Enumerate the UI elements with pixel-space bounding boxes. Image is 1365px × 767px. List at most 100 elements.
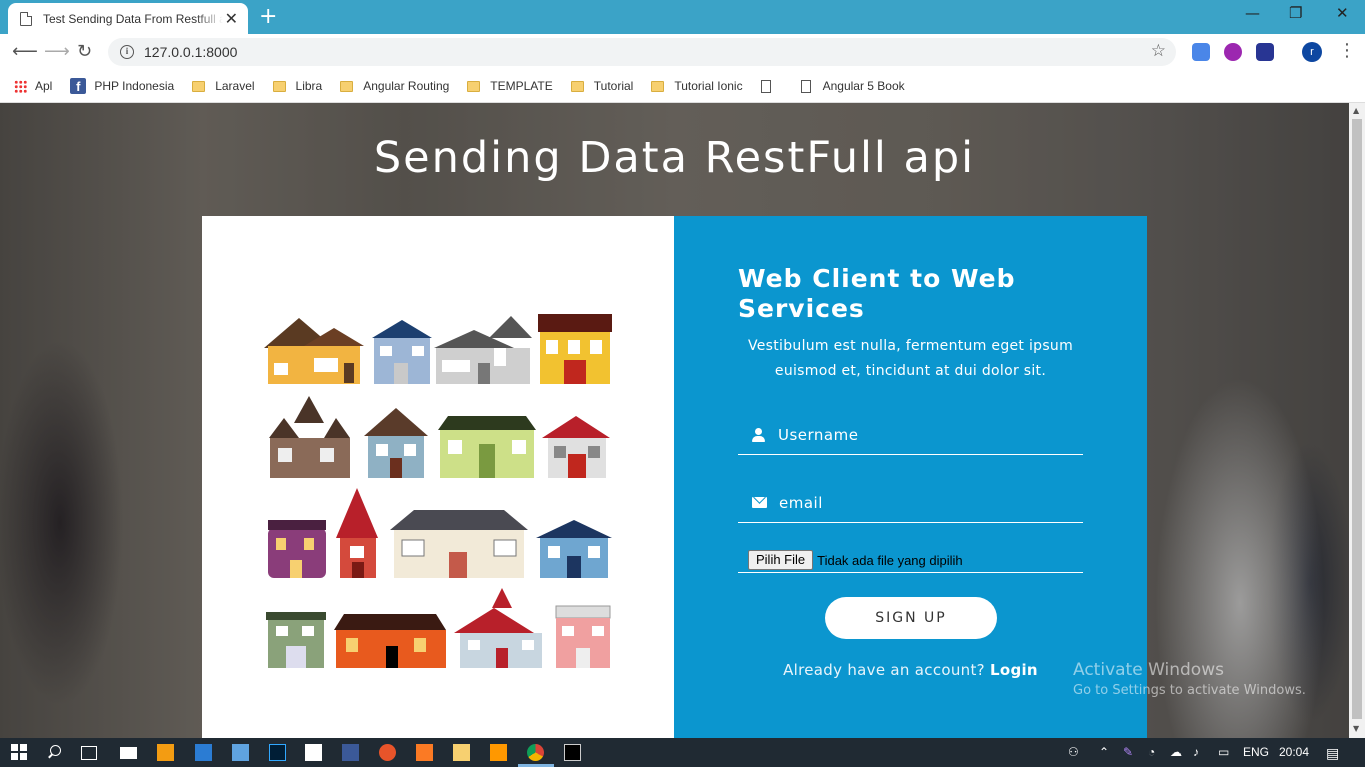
envelope-icon — [752, 497, 767, 508]
sign-up-button[interactable]: SIGN UP — [825, 597, 997, 639]
folder-icon — [467, 80, 481, 92]
user-icon — [752, 427, 766, 442]
username-field[interactable]: Username — [738, 415, 1083, 455]
email-placeholder[interactable]: email — [779, 494, 823, 512]
translate-extension-icon[interactable] — [1192, 43, 1210, 61]
restore-button[interactable]: ❐ — [1289, 4, 1302, 22]
chevron-up-icon[interactable]: ⌃ — [1099, 745, 1109, 759]
chrome-icon[interactable] — [527, 744, 544, 761]
browser-tab[interactable]: Test Sending Data From Restfull api ✕ — [8, 3, 248, 34]
bookmark-libra[interactable]: Libra — [272, 79, 322, 93]
clock[interactable]: 20:04 — [1279, 745, 1309, 759]
url-text[interactable]: 127.0.0.1:8000 — [144, 44, 237, 60]
volume-icon[interactable]: ♪ — [1193, 745, 1199, 759]
form-title: Web Client to Web Services — [738, 264, 1016, 323]
folder-icon — [340, 80, 354, 92]
profile-avatar[interactable]: r — [1302, 42, 1322, 62]
watermark-line-2: Go to Settings to activate Windows. — [1073, 683, 1306, 698]
facebook-icon: f — [70, 78, 87, 94]
file-status: Tidak ada file yang dipilih — [817, 553, 963, 568]
house-illustration — [264, 318, 364, 384]
explorer-app-icon[interactable] — [195, 744, 212, 761]
sublime-text-icon[interactable] — [490, 744, 507, 761]
store-icon[interactable] — [305, 744, 322, 761]
houses-illustration — [264, 314, 612, 668]
bookmark-angular-routing[interactable]: Angular Routing — [340, 79, 449, 93]
forward-arrow-icon[interactable]: ⟶ — [44, 41, 70, 62]
username-placeholder[interactable]: Username — [778, 426, 858, 444]
reload-icon[interactable]: ↻ — [77, 41, 92, 62]
back-arrow-icon[interactable]: ⟵ — [12, 41, 38, 62]
cast-extension-icon[interactable] — [1256, 43, 1274, 61]
house-illustration — [336, 488, 378, 578]
battery-icon[interactable]: ▭ — [1218, 745, 1229, 759]
scroll-up-arrow-icon[interactable]: ▲ — [1353, 106, 1359, 115]
app-icon[interactable] — [379, 744, 396, 761]
page-icon — [800, 79, 811, 93]
menu-kebab-icon[interactable]: ⋮ — [1338, 40, 1356, 61]
notifications-icon[interactable]: ▤ — [1326, 745, 1339, 762]
windows-start-icon[interactable] — [11, 744, 28, 761]
extension-icon[interactable] — [1224, 43, 1242, 61]
scrollbar-thumb[interactable] — [1352, 119, 1362, 719]
task-view-icon[interactable] — [81, 746, 97, 760]
house-illustration — [434, 316, 532, 384]
apps-icon — [14, 79, 27, 93]
close-window-button[interactable]: ✕ — [1336, 4, 1349, 22]
file-input[interactable]: Pilih File Tidak ada file yang dipilih — [738, 550, 1083, 573]
windows-taskbar: ⚇ ⌃ ✎ ◔ ☁ ♪ ▭ ENG 20:04 ▤ — [0, 738, 1365, 767]
house-illustration — [542, 416, 610, 478]
bookmark-tutorial-ionic[interactable]: Tutorial Ionic — [651, 79, 743, 93]
virtualbox-icon[interactable] — [232, 744, 249, 761]
bookmark-untitled-page[interactable] — [760, 79, 783, 93]
bookmark-apl[interactable]: Apl — [14, 79, 52, 93]
app-icon[interactable] — [342, 744, 359, 761]
bookmark-tutorial[interactable]: Tutorial — [570, 79, 633, 93]
folder-icon — [651, 80, 665, 92]
wifi-icon[interactable]: ◔ — [1148, 745, 1155, 759]
file-explorer-icon[interactable] — [453, 744, 470, 761]
people-icon[interactable]: ⚇ — [1068, 745, 1079, 759]
scroll-down-arrow-icon[interactable]: ▼ — [1353, 724, 1359, 733]
choose-file-button[interactable]: Pilih File — [748, 550, 814, 570]
bookmark-star-icon[interactable]: ☆ — [1151, 41, 1166, 61]
bookmark-angular-5-book[interactable]: Angular 5 Book — [800, 79, 905, 93]
language-indicator[interactable]: ENG — [1243, 745, 1269, 759]
login-link[interactable]: Login — [990, 661, 1038, 679]
house-illustration — [555, 605, 611, 668]
house-illustration — [538, 314, 612, 384]
email-field[interactable]: email — [738, 483, 1083, 523]
close-tab-icon[interactable]: ✕ — [225, 9, 238, 28]
bookmark-template[interactable]: TEMPLATE — [467, 79, 553, 93]
bookmarks-bar: Apl f PHP Indonesia Laravel Libra Angular… — [0, 70, 1365, 103]
address-bar[interactable]: i 127.0.0.1:8000 ☆ — [108, 38, 1176, 66]
search-icon[interactable] — [46, 744, 63, 761]
page-icon — [20, 11, 32, 26]
media-player-icon[interactable] — [157, 744, 174, 761]
command-prompt-icon[interactable] — [564, 744, 581, 761]
illustration-panel — [202, 216, 674, 738]
pen-icon[interactable]: ✎ — [1123, 745, 1133, 759]
xampp-icon[interactable] — [416, 744, 433, 761]
house-illustration — [372, 320, 432, 384]
page-scrollbar[interactable]: ▲ ▼ — [1349, 103, 1365, 738]
bookmark-laravel[interactable]: Laravel — [192, 79, 255, 93]
page-title: Sending Data RestFull api — [373, 133, 976, 183]
minimize-button[interactable]: — — [1245, 4, 1260, 22]
cloud-icon[interactable]: ☁ — [1170, 745, 1182, 759]
mail-icon[interactable] — [120, 747, 137, 759]
new-tab-button[interactable]: + — [259, 4, 277, 29]
browser-toolbar: ⟵ ⟶ ↻ i 127.0.0.1:8000 ☆ r ⋮ — [0, 34, 1365, 70]
folder-icon — [272, 80, 286, 92]
page-icon — [760, 79, 771, 93]
house-illustration — [334, 614, 446, 668]
house-illustration — [364, 408, 428, 478]
house-illustration — [269, 396, 350, 478]
form-description: Vestibulum est nulla, fermentum eget ips… — [747, 338, 1074, 379]
info-icon[interactable]: i — [120, 45, 134, 59]
bookmark-php-indonesia[interactable]: f PHP Indonesia — [70, 78, 174, 94]
activate-windows-watermark: Activate Windows Go to Settings to activ… — [1073, 660, 1306, 698]
photoshop-icon[interactable] — [269, 744, 286, 761]
house-illustration — [536, 520, 612, 578]
house-illustration — [390, 510, 528, 578]
